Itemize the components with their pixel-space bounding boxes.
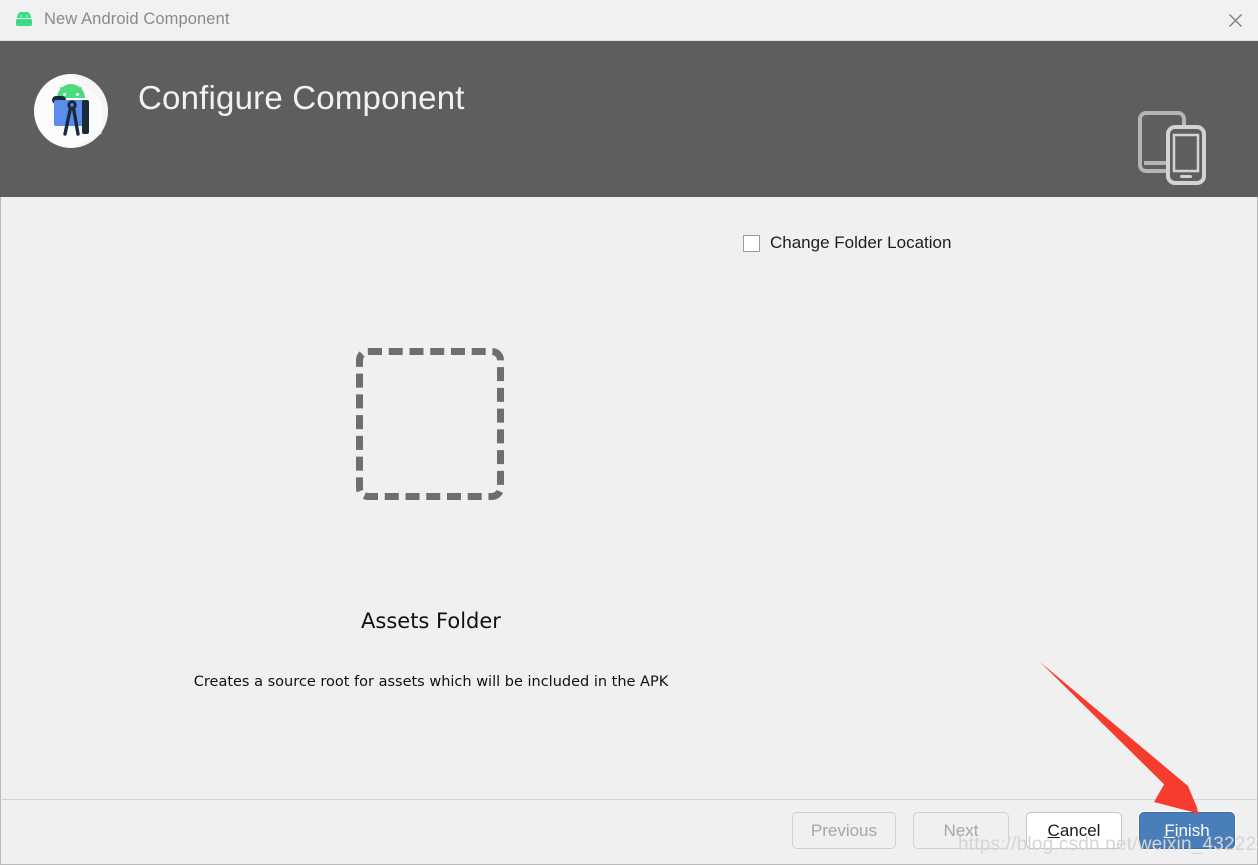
- tablet-phone-icon: [1126, 101, 1218, 193]
- change-folder-location-checkbox[interactable]: [743, 234, 760, 252]
- change-folder-location-label: Change Folder Location: [770, 233, 952, 252]
- component-name-label: Assets Folder: [361, 609, 501, 633]
- footer-button-group: Previous Next Cancel Finish: [791, 812, 1235, 849]
- android-head-icon: [14, 11, 34, 29]
- cancel-button-label: Cancel: [1047, 820, 1101, 840]
- dialog-title: New Android Component: [44, 10, 230, 28]
- finish-button[interactable]: Finish: [1139, 812, 1235, 849]
- cancel-button[interactable]: Cancel: [1026, 812, 1122, 849]
- page-title: Configure Component: [138, 79, 465, 116]
- dashed-square-placeholder-icon: [356, 348, 504, 500]
- component-description-label: Creates a source root for assets which w…: [193, 674, 669, 690]
- close-icon[interactable]: [1212, 0, 1258, 40]
- wizard-header: Configure Component: [0, 41, 1258, 197]
- previous-button[interactable]: Previous: [791, 812, 896, 849]
- wizard-footer: Previous Next Cancel Finish: [0, 799, 1258, 865]
- previous-button-label: Previous: [810, 820, 877, 840]
- finish-button-label: Finish: [1164, 820, 1210, 840]
- change-folder-location-checkbox-row[interactable]: Change Folder Location: [743, 233, 951, 253]
- next-button-label: Next: [943, 820, 979, 840]
- wizard-body: Change Folder Location Assets Folder Cre…: [0, 197, 1258, 799]
- new-android-component-dialog: New Android Component Configure Componen…: [0, 0, 1258, 865]
- next-button[interactable]: Next: [913, 812, 1009, 849]
- android-studio-logo-icon: [32, 72, 110, 150]
- dialog-titlebar: New Android Component: [0, 0, 1258, 41]
